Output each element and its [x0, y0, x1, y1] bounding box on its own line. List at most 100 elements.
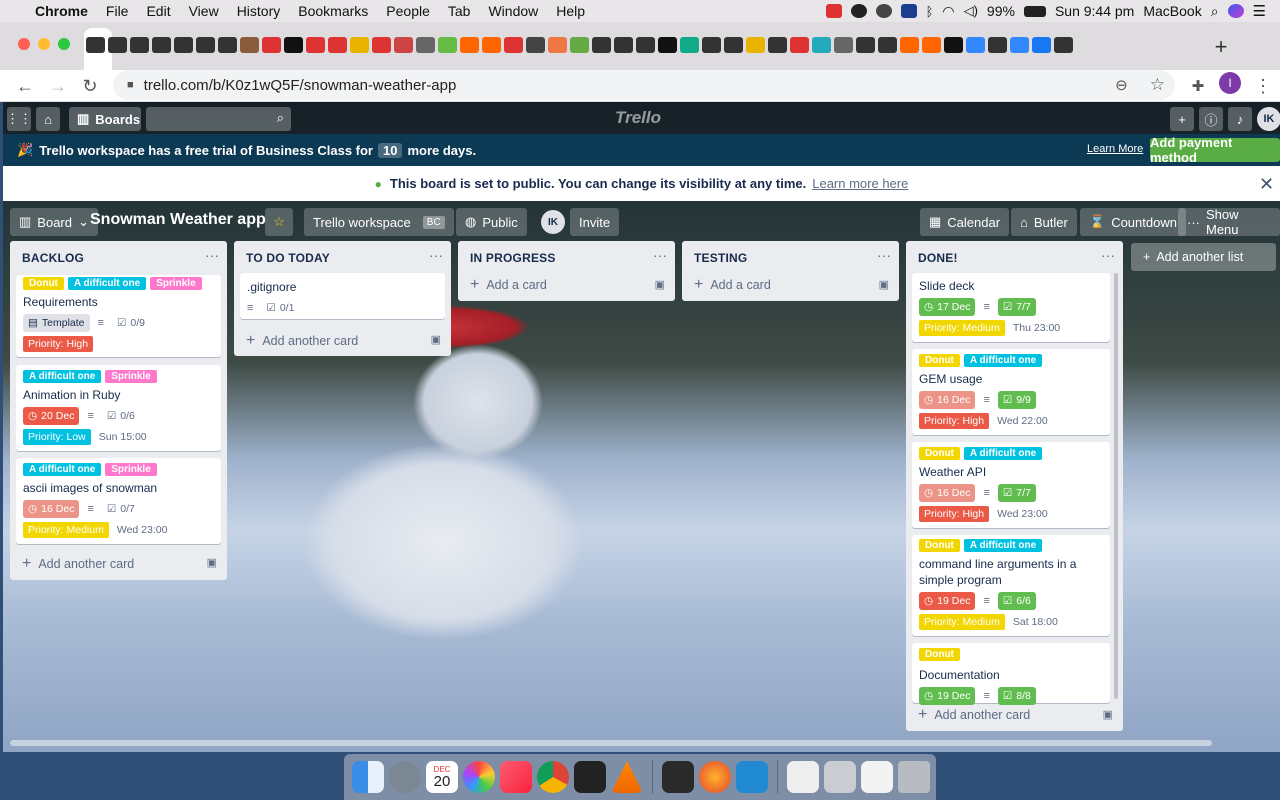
browser-menu-icon[interactable]: ⋮: [1250, 73, 1276, 99]
tab-favicon-icon[interactable]: [1032, 37, 1051, 53]
bluetooth-icon[interactable]: ᛒ: [926, 4, 934, 19]
tab-favicon-icon[interactable]: [790, 37, 809, 53]
tab-favicon-icon[interactable]: [196, 37, 215, 53]
tab-favicon-icon[interactable]: [680, 37, 699, 53]
tab-favicon-icon[interactable]: [262, 37, 281, 53]
list-menu-icon[interactable]: ···: [653, 247, 667, 263]
tab-favicon-icon[interactable]: [1054, 37, 1073, 53]
card-gitignore[interactable]: .gitignore ≡ ☑ 0/1: [240, 273, 445, 319]
tab-favicon-icon[interactable]: [856, 37, 875, 53]
tab-favicon-icon[interactable]: [636, 37, 655, 53]
tab-favicon-icon[interactable]: [394, 37, 413, 53]
flag-icon[interactable]: [900, 4, 917, 18]
list-menu-icon[interactable]: ···: [205, 247, 219, 263]
list-title[interactable]: TO DO TODAY: [246, 251, 330, 265]
tab-favicon-icon[interactable]: [724, 37, 743, 53]
calendar-powerup-button[interactable]: ▦ Calendar: [920, 208, 1010, 236]
battery-percent[interactable]: 99%: [987, 3, 1015, 19]
member-avatar[interactable]: IK: [541, 210, 565, 234]
tab-favicon-icon[interactable]: [812, 37, 831, 53]
chrome-icon[interactable]: [537, 761, 569, 793]
tab-favicon-icon[interactable]: [570, 37, 589, 53]
tab-favicon-icon[interactable]: [130, 37, 149, 53]
tab-favicon-icon[interactable]: [658, 37, 677, 53]
spotlight-icon[interactable]: ⌕: [1211, 3, 1219, 20]
forward-icon[interactable]: →: [45, 73, 71, 99]
clock[interactable]: Sun 9:44 pm: [1055, 3, 1134, 19]
zoom-icon[interactable]: ⊖: [1115, 76, 1128, 94]
firefox-icon[interactable]: [699, 761, 731, 793]
butler-button[interactable]: ⌂ Butler: [1011, 208, 1077, 236]
tab-favicon-icon[interactable]: [834, 37, 853, 53]
card-animation-in-ruby[interactable]: A difficult one Sprinkle Animation in Ru…: [16, 365, 221, 451]
add-list-button[interactable]: + Add another list: [1131, 243, 1276, 271]
trello-logo[interactable]: Trello: [615, 108, 661, 128]
address-bar[interactable]: ■ trello.com/b/K0z1wQ5F/snowman-weather-…: [113, 70, 1175, 100]
add-card-button[interactable]: + Add another card: [246, 332, 358, 350]
sun-icon[interactable]: [875, 4, 892, 18]
menu-window[interactable]: Window: [479, 3, 547, 19]
tab-favicon-icon[interactable]: [86, 37, 105, 53]
add-card-button[interactable]: + Add a card: [694, 276, 771, 294]
tab-favicon-icon[interactable]: [284, 37, 303, 53]
star-board-icon[interactable]: ☆: [265, 208, 293, 236]
tab-favicon-icon[interactable]: [746, 37, 765, 53]
battery-icon[interactable]: [1023, 5, 1046, 17]
computer-name[interactable]: MacBook: [1143, 3, 1201, 19]
add-card-button[interactable]: + Add another card: [918, 706, 1113, 724]
card-template-icon[interactable]: ▣: [1103, 708, 1113, 721]
apps-grid-icon[interactable]: ⋮⋮: [6, 107, 32, 131]
tab-favicon-icon[interactable]: [504, 37, 523, 53]
calendar-app-icon[interactable]: DEC 20: [426, 761, 458, 793]
card-weather-api[interactable]: Donut A difficult one Weather API ◷ 16 De…: [912, 442, 1110, 528]
tab-favicon-icon[interactable]: [108, 37, 127, 53]
minimize-window-icon[interactable]: [38, 38, 50, 50]
close-window-icon[interactable]: [18, 38, 30, 50]
close-icon[interactable]: ✕: [1259, 174, 1274, 195]
tab-favicon-icon[interactable]: [966, 37, 985, 53]
user-avatar[interactable]: IK: [1257, 107, 1280, 131]
tab-favicon-icon[interactable]: [702, 37, 721, 53]
tab-favicon-icon[interactable]: [438, 37, 457, 53]
tab-favicon-icon[interactable]: [922, 37, 941, 53]
documents-stack-icon[interactable]: [861, 761, 893, 793]
tab-favicon-icon[interactable]: [482, 37, 501, 53]
create-plus-icon[interactable]: +: [1170, 107, 1194, 131]
tab-favicon-icon[interactable]: [1010, 37, 1029, 53]
card-requirements[interactable]: Donut A difficult one Sprinkle Requireme…: [16, 275, 221, 357]
list-scrollbar[interactable]: [1114, 273, 1118, 699]
tab-favicon-icon[interactable]: [240, 37, 259, 53]
list-title[interactable]: BACKLOG: [22, 251, 84, 265]
volume-icon[interactable]: ◁): [964, 3, 978, 19]
card-template-icon[interactable]: ▣: [431, 333, 441, 346]
terminal-icon[interactable]: [574, 761, 606, 793]
list-title[interactable]: IN PROGRESS: [470, 251, 556, 265]
list-title[interactable]: TESTING: [694, 251, 747, 265]
tab-favicon-icon[interactable]: [878, 37, 897, 53]
menu-file[interactable]: File: [97, 3, 138, 19]
menu-tab[interactable]: Tab: [439, 3, 480, 19]
tab-favicon-icon[interactable]: [218, 37, 237, 53]
tab-favicon-icon[interactable]: [306, 37, 325, 53]
search-input[interactable]: ⌕: [146, 107, 291, 131]
card-command-line-arguments[interactable]: Donut A difficult one command line argum…: [912, 535, 1110, 636]
tab-favicon-icon[interactable]: [416, 37, 435, 53]
tab-favicon-icon[interactable]: [460, 37, 479, 53]
tab-favicon-icon[interactable]: [592, 37, 611, 53]
notification-center-icon[interactable]: ☰: [1253, 2, 1266, 20]
visibility-button[interactable]: ◍ Public: [456, 208, 527, 236]
downloads-stack-icon[interactable]: [824, 761, 856, 793]
music-icon[interactable]: [500, 761, 532, 793]
home-icon[interactable]: ⌂: [36, 107, 60, 131]
view-switcher-button[interactable]: ▥ Board ⌄: [10, 208, 98, 236]
profile-avatar[interactable]: I: [1219, 72, 1241, 94]
menu-view[interactable]: View: [180, 3, 228, 19]
new-tab-icon[interactable]: +: [1211, 36, 1231, 58]
tab-favicon-icon[interactable]: [350, 37, 369, 53]
list-menu-icon[interactable]: ···: [1101, 247, 1115, 263]
card-documentation[interactable]: Donut Documentation ◷ 19 Dec ≡ ☑ 8/8: [912, 643, 1110, 705]
notifications-bell-icon[interactable]: ♪: [1228, 107, 1252, 131]
tab-favicon-icon[interactable]: [768, 37, 787, 53]
card-slide-deck[interactable]: Slide deck ◷ 17 Dec ≡ ☑ 7/7 Priority: Medi…: [912, 273, 1110, 342]
bookmark-star-icon[interactable]: ☆: [1150, 75, 1165, 95]
